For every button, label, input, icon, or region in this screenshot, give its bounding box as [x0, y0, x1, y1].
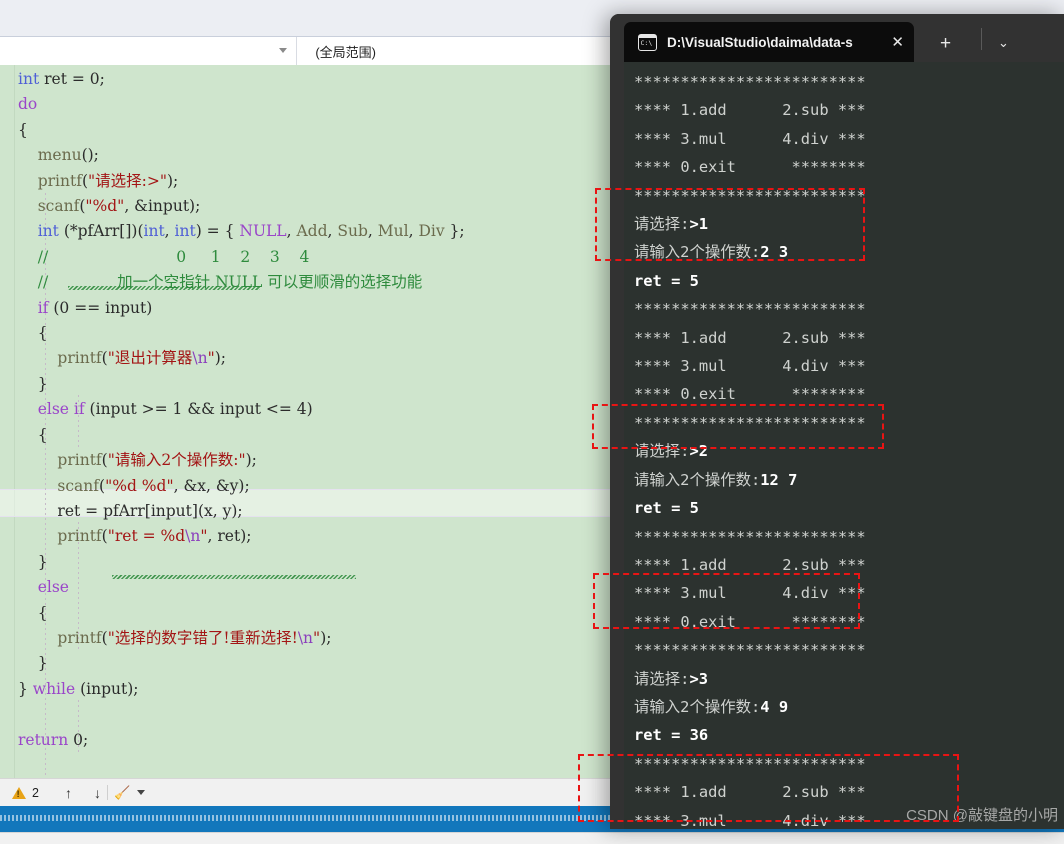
toolbar-divider — [106, 785, 108, 800]
terminal-title-bar[interactable]: C:\ D:\VisualStudio\daima\data-s ✕ + ⌄ — [610, 14, 1064, 62]
chevron-down-icon[interactable] — [137, 790, 146, 795]
editor-footer-line — [0, 832, 1064, 844]
warning-count-item[interactable]: 2 — [12, 786, 39, 800]
new-tab-icon[interactable]: + — [940, 34, 951, 53]
prev-issue-arrow-icon[interactable]: ↑ — [65, 785, 72, 801]
windows-terminal-window[interactable]: C:\ D:\VisualStudio\daima\data-s ✕ + ⌄ *… — [610, 14, 1064, 829]
terminal-output-text: ************************* **** 1.add 2.s… — [634, 73, 866, 829]
broom-icon[interactable]: 🧹 — [114, 785, 130, 801]
chevron-down-icon[interactable]: ⌄ — [998, 36, 1009, 49]
warning-triangle-icon — [12, 786, 26, 799]
warning-count: 2 — [32, 785, 39, 800]
error-squiggle — [68, 286, 260, 290]
titlebar-divider — [981, 28, 982, 50]
source-code: int ret = 0; do { menu(); printf("请选择:>"… — [18, 70, 465, 749]
close-icon[interactable]: ✕ — [891, 35, 904, 50]
terminal-tab-title: D:\VisualStudio\daima\data-s — [667, 34, 853, 50]
scope-right-value: (全局范围) — [315, 44, 376, 60]
terminal-output-area[interactable]: ************************* **** 1.add 2.s… — [624, 62, 1064, 829]
editor-left-margin — [0, 65, 15, 778]
terminal-tab[interactable]: C:\ D:\VisualStudio\daima\data-s ✕ — [624, 22, 914, 62]
watermark: CSDN @敲键盘的小明 — [906, 807, 1058, 824]
error-squiggle — [112, 575, 356, 579]
scope-left-dropdown[interactable] — [0, 37, 298, 65]
next-issue-arrow-icon[interactable]: ↓ — [94, 785, 101, 801]
console-icon: C:\ — [638, 33, 657, 51]
chevron-down-icon — [279, 48, 288, 53]
